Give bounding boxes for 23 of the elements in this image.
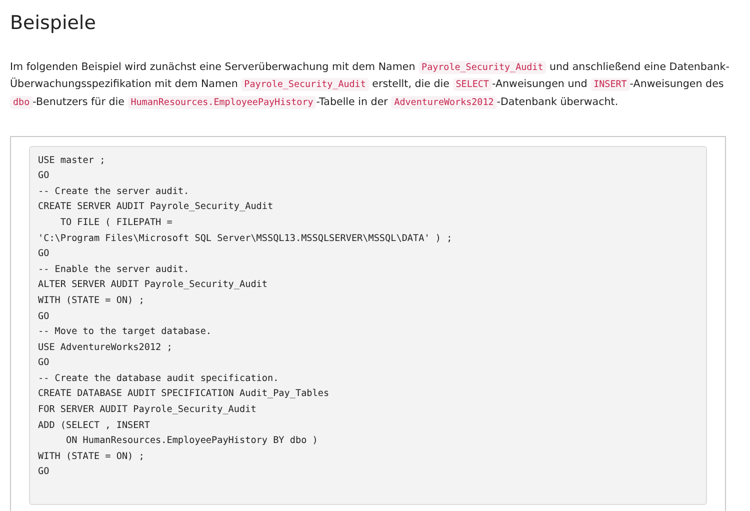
code-line: -- Create the database audit specification.: [38, 372, 279, 384]
code-line: FOR SERVER AUDIT Payrole_Security_Audit: [38, 404, 256, 416]
code-line: ALTER SERVER AUDIT Payrole_Security_Audit: [38, 279, 268, 290]
code-line: -- Move to the target database.: [38, 326, 212, 338]
code-line: CREATE DATABASE AUDIT SPECIFICATION Audit_Pay_Tables: [38, 388, 330, 400]
code-line: 'C:\Program Files\Microsoft SQL Server\MSSQL13.MSSQLSERVER\MSSQL\DATA' ) ;: [38, 232, 452, 244]
code-line: USE master ;: [38, 154, 106, 166]
section-heading: Beispiele: [10, 12, 97, 35]
code-line: GO: [38, 248, 50, 260]
code-line: ON HumanResources.EmployeePayHistory BY dbo ): [64, 435, 318, 446]
code-line: WITH (STATE = ON) ;: [38, 450, 144, 462]
code-line: WITH (STATE = ON) ;: [38, 294, 144, 306]
description-paragraph: Im folgenden Beispiel wird zunächst eine Serverüberwachung mit dem Namen Payrole_Security_Audit und anschließend eine Datenbank-Überwachungsspezifikation mit dem Namen Payrole_Security_Audit erstellt, die die SELECT -Anweisungen und INSERT -Anweisungen des dbo -Benutzers für die HumanResources.EmployeePayHistory -Tabelle in der AdventureWorks2012 -Datenbank überwacht.: [10, 60, 730, 111]
code-line: TO FILE ( FILEPATH =: [59, 216, 172, 228]
code-line: ADD (SELECT , INSERT: [38, 420, 150, 431]
code-line: CREATE SERVER AUDIT Payrole_Security_Audit: [38, 201, 274, 212]
code-line: GO: [38, 466, 50, 478]
code-line: GO: [38, 170, 50, 182]
code-line: -- Enable the server audit.: [38, 264, 190, 275]
code-line: GO: [38, 357, 50, 368]
code-line: GO: [38, 310, 50, 322]
code-line: -- Create the server audit.: [38, 186, 190, 197]
code-line: USE AdventureWorks2012 ;: [38, 342, 172, 353]
